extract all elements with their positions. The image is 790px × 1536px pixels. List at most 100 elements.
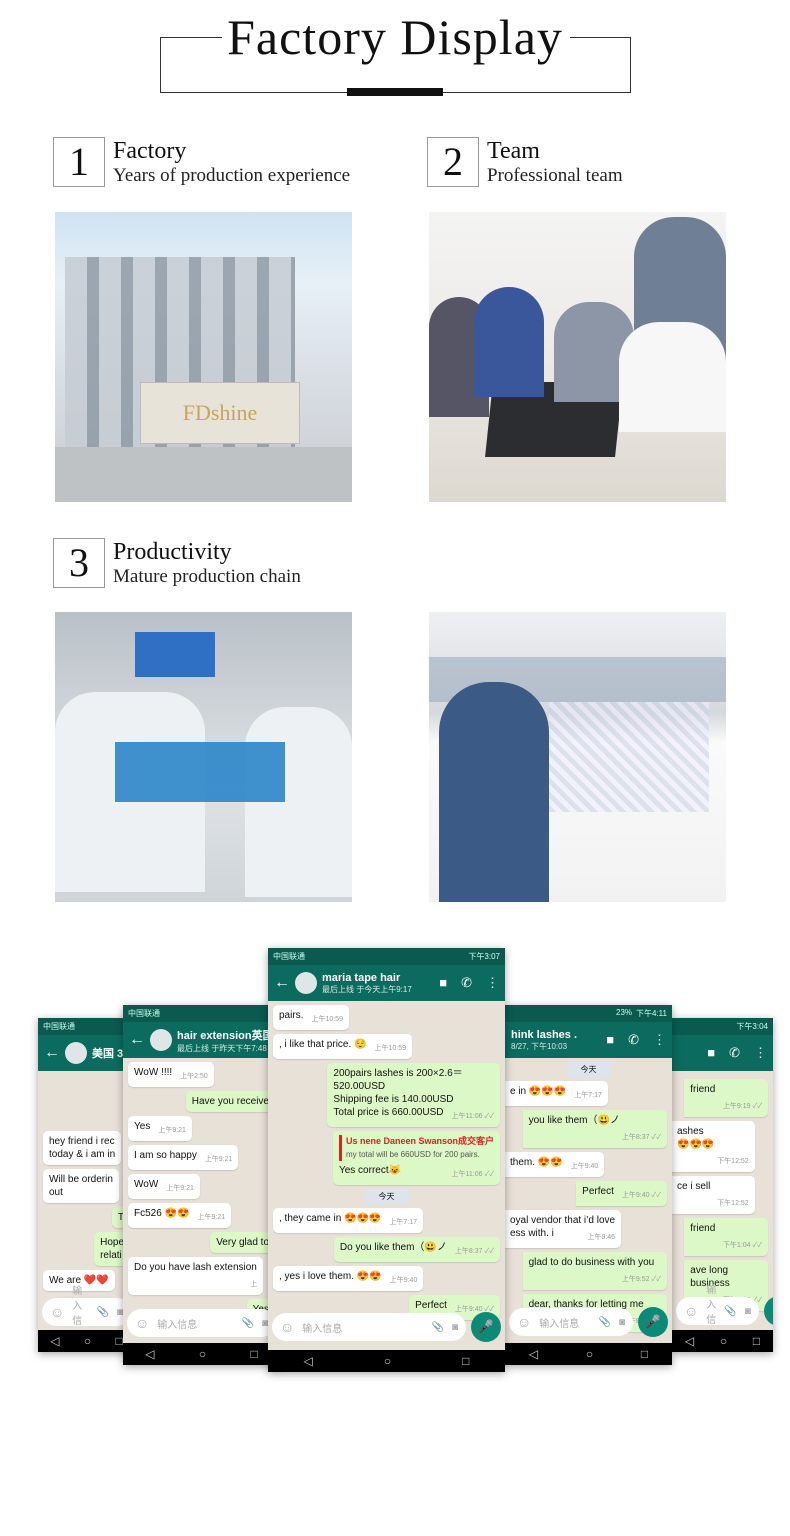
mic-button[interactable]: 🎤 xyxy=(763,1296,773,1326)
last-seen: 最后上线 于今天上午9:17 xyxy=(322,984,412,994)
attach-icon[interactable]: 📎 xyxy=(599,1317,611,1328)
message-time: 上午8:37 ✓✓ xyxy=(454,1248,494,1255)
android-nav-bar: ◁ ○ □ xyxy=(123,1343,280,1365)
message-text: , they came in 😍😍😍 xyxy=(279,1213,382,1224)
recents-nav-icon[interactable]: □ xyxy=(753,1334,760,1348)
home-nav-icon[interactable]: ○ xyxy=(720,1334,727,1348)
section-number: 2 xyxy=(427,137,479,187)
header-actions: ■ ✆ ⋮ xyxy=(606,1032,666,1048)
phone-call-icon[interactable]: ✆ xyxy=(461,975,472,991)
team-photo xyxy=(429,212,726,502)
message-text: Yes xyxy=(134,1121,151,1132)
message-input-bar: ☺输入信息📎◙ xyxy=(123,1309,280,1337)
whatsapp-phone: 中国联通 ← 美国 3c hey friend i rec today & i am … xyxy=(38,1018,135,1352)
message-input[interactable]: ☺输入信息📎◙ xyxy=(676,1285,759,1341)
input-placeholder: 输入信息 xyxy=(302,1323,343,1335)
home-nav-icon[interactable]: ○ xyxy=(586,1347,593,1361)
message-time: 上 xyxy=(250,1281,258,1288)
message-text: them. 😍😍 xyxy=(510,1157,563,1168)
section-heading-block: Productivity Mature production chain xyxy=(113,539,301,589)
message-text: friend xyxy=(690,1084,716,1095)
video-call-icon[interactable]: ■ xyxy=(439,975,447,991)
video-call-icon[interactable]: ■ xyxy=(707,1045,715,1061)
back-arrow-icon[interactable]: ← xyxy=(129,1031,145,1049)
message-time: 上午9:21 xyxy=(158,1127,186,1134)
message-text: you like them（😃ノ xyxy=(528,1115,620,1126)
emoji-icon[interactable]: ☺ xyxy=(135,1315,149,1331)
emoji-icon[interactable]: ☺ xyxy=(684,1303,698,1319)
message-input-bar: ☺输入信息📎◙ xyxy=(38,1286,135,1342)
home-nav-icon[interactable]: ○ xyxy=(384,1354,391,1368)
production-line-photo xyxy=(55,612,352,902)
phone-call-icon[interactable]: ✆ xyxy=(729,1045,740,1061)
emoji-icon[interactable]: ☺ xyxy=(517,1314,531,1330)
message-text: Will be orderin out xyxy=(49,1174,113,1198)
chat-messages: pairs. 上午10:59 , i like that price. 😌 上午10:… xyxy=(268,1001,505,1324)
mic-button[interactable]: 🎤 xyxy=(638,1307,668,1337)
android-nav-bar: ◁ ○ □ xyxy=(38,1330,135,1352)
home-nav-icon[interactable]: ○ xyxy=(199,1347,206,1361)
message-text: Do you like them（😃ノ xyxy=(339,1242,447,1253)
message-time: 上午8:37 ✓✓ xyxy=(621,1134,661,1141)
chat-header: ■ ✆ ⋮ xyxy=(672,1035,773,1071)
camera-icon[interactable]: ◙ xyxy=(619,1317,625,1328)
more-options-icon[interactable]: ⋮ xyxy=(653,1032,666,1048)
contact-info: hair extension英国 最后上线 于昨天下午7:48 xyxy=(177,1027,274,1054)
incoming-message: , i like that price. 😌 上午10:59 xyxy=(273,1034,413,1059)
recents-nav-icon[interactable]: □ xyxy=(116,1334,123,1348)
outgoing-message: Do you like them（😃ノ 上午8:37 ✓✓ xyxy=(333,1237,500,1262)
camera-icon[interactable]: ◙ xyxy=(745,1306,751,1317)
outgoing-message: friend 下午1:04 ✓✓ xyxy=(684,1218,768,1256)
message-input[interactable]: ☺输入信息📎◙ xyxy=(127,1309,276,1337)
back-arrow-icon[interactable]: ← xyxy=(44,1044,60,1062)
message-time: 下午12:52 xyxy=(717,1158,749,1165)
contact-name: hair extension英国 xyxy=(177,1029,274,1042)
outgoing-message: glad to do business with you 上午9:52 ✓✓ xyxy=(522,1252,667,1290)
home-nav-icon[interactable]: ○ xyxy=(84,1334,91,1348)
status-bar: 下午3:04 xyxy=(672,1018,773,1035)
incoming-message: Will be orderin out xyxy=(43,1169,119,1203)
back-nav-icon[interactable]: ◁ xyxy=(529,1347,538,1361)
more-options-icon[interactable]: ⋮ xyxy=(486,975,499,991)
back-arrow-icon[interactable]: ← xyxy=(274,974,290,992)
back-nav-icon[interactable]: ◁ xyxy=(145,1347,154,1361)
incoming-message: oyal vendor that i’d love ess with. i 上午9… xyxy=(505,1210,622,1248)
message-text: Hope relati xyxy=(100,1237,124,1261)
message-input-bar: ☺ 输入信息 📎 ◙ 🎤 xyxy=(268,1312,505,1342)
whatsapp-phone: 23% 下午4:11 hink lashes . 8/27, 下午10:03 ■ ✆ ⋮ 今天… xyxy=(505,1005,672,1365)
emoji-icon[interactable]: ☺ xyxy=(50,1304,64,1320)
phone-call-icon[interactable]: ✆ xyxy=(628,1032,639,1048)
emoji-icon[interactable]: ☺ xyxy=(280,1319,294,1335)
more-options-icon[interactable]: ⋮ xyxy=(754,1045,767,1061)
android-nav-bar: ◁ ○ □ xyxy=(505,1343,672,1365)
camera-icon[interactable]: ◙ xyxy=(452,1322,458,1333)
recents-nav-icon[interactable]: □ xyxy=(641,1347,648,1361)
message-time: 上午9:40 xyxy=(570,1163,599,1170)
message-text: , yes i love them. 😍😍 xyxy=(279,1271,382,1282)
whatsapp-phone: 中国联通←hair extension英国最后上线 于昨天下午7:48■✆⋮Wo… xyxy=(123,1005,280,1365)
back-nav-icon[interactable]: ◁ xyxy=(685,1334,694,1348)
incoming-message: WoW 上午9:21 xyxy=(128,1174,200,1199)
incoming-message: I am so happy 上午9:21 xyxy=(128,1145,239,1170)
back-nav-icon[interactable]: ◁ xyxy=(50,1334,59,1348)
attach-icon[interactable]: 📎 xyxy=(242,1318,254,1329)
video-call-icon[interactable]: ■ xyxy=(606,1032,614,1048)
outgoing-message: Us nene Daneen Swanson成交客户 my total will … xyxy=(332,1131,500,1185)
message-text: Do you have lash extension xyxy=(134,1262,257,1273)
date-divider: 今天 xyxy=(566,1062,611,1077)
back-nav-icon[interactable]: ◁ xyxy=(304,1354,313,1368)
message-time: 下午1:04 ✓✓ xyxy=(722,1242,762,1249)
section-subtitle: Years of production experience xyxy=(113,165,351,186)
recents-nav-icon[interactable]: □ xyxy=(251,1347,258,1361)
message-input[interactable]: ☺ 输入信息 📎 ◙ xyxy=(272,1313,466,1341)
attach-icon[interactable]: 📎 xyxy=(724,1306,736,1317)
message-input[interactable]: ☺输入信息📎◙ xyxy=(509,1308,633,1336)
attach-icon[interactable]: 📎 xyxy=(97,1307,109,1318)
attach-icon[interactable]: 📎 xyxy=(432,1322,444,1333)
chat-messages: 今天 e in 😍😍😍 上午7:17 you like them（😃ノ 上午8:37 ✓… xyxy=(505,1058,672,1336)
message-text: Fc526 😍😍 xyxy=(134,1208,190,1219)
recents-nav-icon[interactable]: □ xyxy=(462,1354,469,1368)
mic-button[interactable]: 🎤 xyxy=(471,1312,501,1342)
message-text: e in 😍😍😍 xyxy=(510,1086,567,1097)
message-input[interactable]: ☺输入信息📎◙ xyxy=(42,1286,131,1342)
